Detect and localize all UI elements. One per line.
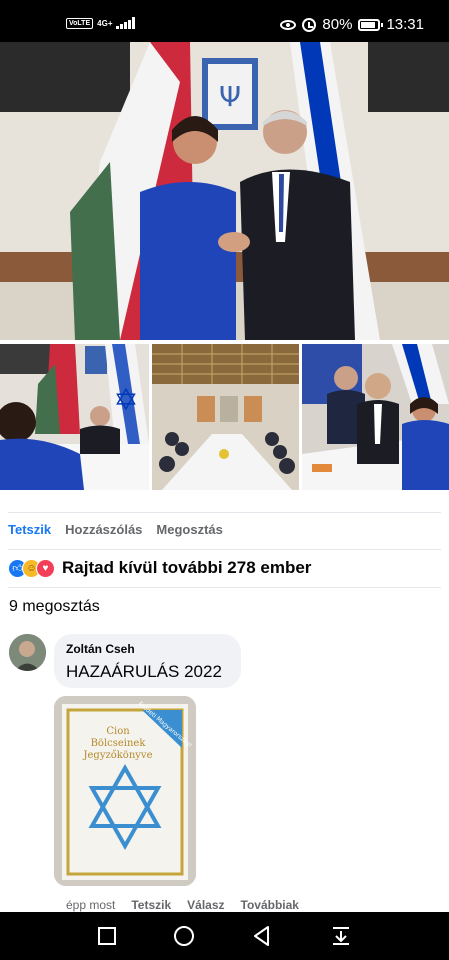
- comment-button[interactable]: Hozzászólás: [65, 522, 142, 537]
- system-nav-bar: [0, 912, 449, 960]
- book-title-2: Bölcseinek: [91, 738, 147, 749]
- signal-bars-icon: [116, 17, 136, 29]
- post-photo-thumb-3[interactable]: [302, 344, 449, 490]
- battery-percent: 80%: [322, 16, 353, 33]
- notification-drawer-icon[interactable]: [329, 924, 353, 948]
- post-photo-thumb-1[interactable]: ✡: [0, 344, 149, 490]
- status-bar: VoLTE 4G+ 80% 13:31: [0, 0, 449, 42]
- svg-text:Ψ: Ψ: [219, 80, 241, 113]
- volte-badge: VoLTE: [66, 17, 94, 29]
- comment-image[interactable]: Eredeti Magyarország! Cion Bölcseinek Je…: [54, 696, 196, 886]
- divider: [8, 549, 441, 550]
- comment-time: épp most: [66, 898, 116, 912]
- svg-text:✡: ✡: [113, 383, 138, 418]
- comment-text: HAZAÁRULÁS 2022: [66, 662, 222, 681]
- post-photo-thumb-2[interactable]: [152, 344, 299, 490]
- divider: [8, 512, 441, 513]
- comment-meta: épp most Tetszik Válasz Továbbiak: [66, 898, 299, 912]
- avatar[interactable]: [9, 634, 46, 671]
- signal-indicators: VoLTE 4G+: [66, 17, 136, 29]
- comment-reply-button[interactable]: Válasz: [187, 898, 224, 912]
- status-right: 80% 13:31: [280, 16, 424, 33]
- share-button[interactable]: Megosztás: [156, 522, 222, 537]
- post-actions: Tetszik Hozzászólás Megosztás: [8, 522, 223, 537]
- reactions-summary[interactable]: 👍︎ ☺ ♥ Rajtad kívül további 278 ember: [8, 558, 311, 578]
- battery-icon: [358, 18, 384, 31]
- comment-bubble[interactable]: Zoltán Cseh HAZAÁRULÁS 2022: [54, 634, 241, 688]
- reactions-text: Rajtad kívül további 278 ember: [62, 558, 312, 577]
- reaction-icons: 👍︎ ☺ ♥: [8, 558, 55, 578]
- book-title-1: Cion: [106, 726, 130, 737]
- shares-count[interactable]: 9 megosztás: [9, 598, 100, 616]
- like-button[interactable]: Tetszik: [8, 522, 51, 537]
- alarm-icon: [302, 17, 317, 32]
- comment-like-button[interactable]: Tetszik: [131, 898, 171, 912]
- love-reaction-icon: ♥: [36, 558, 55, 578]
- eye-icon: [280, 19, 297, 30]
- divider: [8, 587, 441, 588]
- comment-author[interactable]: Zoltán Cseh: [66, 642, 229, 656]
- back-icon[interactable]: [250, 924, 274, 948]
- network-type: 4G+: [97, 18, 113, 28]
- book-title-3: Jegyzőkönyve: [82, 750, 152, 761]
- recents-icon[interactable]: [95, 924, 119, 948]
- home-icon[interactable]: [172, 924, 196, 948]
- comment-more-button[interactable]: Továbbiak: [241, 898, 299, 912]
- clock: 13:31: [386, 16, 424, 33]
- post-photo-main[interactable]: Ψ: [0, 42, 449, 340]
